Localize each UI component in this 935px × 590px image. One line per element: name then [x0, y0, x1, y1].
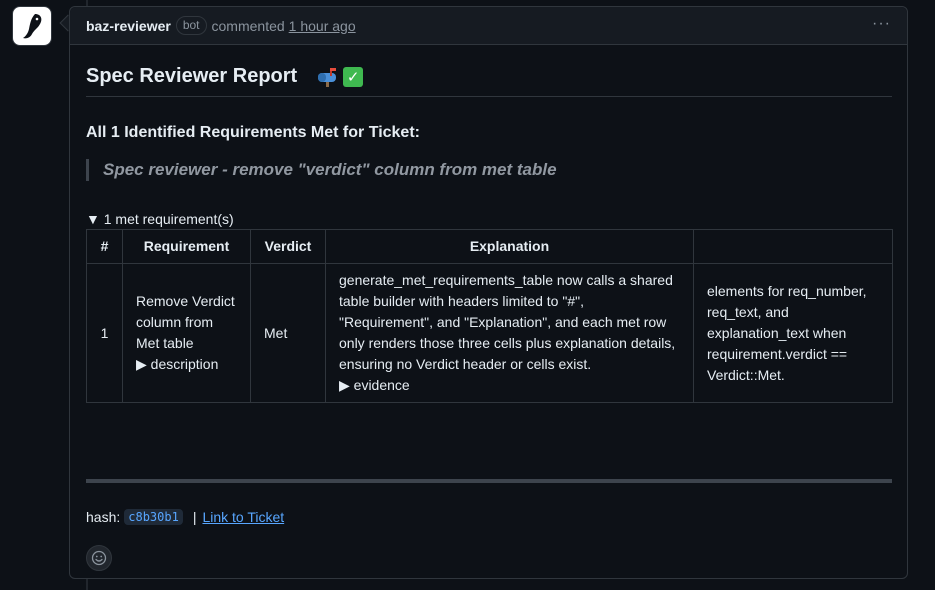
requirements-table: # Requirement Verdict Explanation 1 Remo… — [86, 229, 893, 403]
ticket-title-quote: Spec reviewer - remove "verdict" column … — [86, 159, 892, 181]
comment-card: baz-reviewer bot commented 1 hour ago ··… — [69, 6, 908, 579]
met-requirements-summary[interactable]: ▼ 1 met requirement(s) — [86, 211, 892, 227]
check-mark-icon: ✓ — [343, 66, 364, 87]
action-text: commented — [211, 17, 285, 34]
extra-cell: elements for req_number, req_text, and e… — [693, 263, 893, 403]
table-header-row: # Requirement Verdict Explanation — [86, 229, 893, 264]
comment-body: Spec Reviewer Report ✓ All 1 Identified … — [86, 45, 893, 571]
baz-logo-icon — [23, 14, 42, 39]
explanation-text: generate_met_requirements_table now call… — [339, 272, 676, 372]
explanation-cell: generate_met_requirements_table now call… — [325, 263, 694, 403]
timestamp-link[interactable]: 1 hour ago — [289, 18, 356, 34]
ticket-link[interactable]: Link to Ticket — [202, 509, 284, 525]
table-row: 1 Remove Verdict column from Met table ▶… — [86, 263, 893, 403]
mailbox-icon — [318, 67, 337, 87]
author-name[interactable]: baz-reviewer — [86, 18, 171, 34]
more-options-icon[interactable]: ··· — [872, 16, 891, 32]
horizontal-rule — [86, 479, 892, 483]
commit-hash: c8b30b1 — [124, 509, 183, 525]
requirement-cell: Remove Verdict column from Met table ▶ d… — [122, 263, 251, 403]
description-toggle[interactable]: ▶ description — [136, 354, 237, 375]
smiley-icon — [91, 550, 107, 566]
column-header-verdict: Verdict — [250, 229, 326, 264]
requirement-text: Remove Verdict column from Met table — [136, 293, 235, 351]
column-header-requirement: Requirement — [122, 229, 251, 264]
separator: | — [192, 509, 197, 525]
verdict-cell: Met — [250, 263, 326, 403]
hash-line: hash: c8b30b1 | Link to Ticket — [86, 509, 284, 525]
report-title: Spec Reviewer Report ✓ — [86, 65, 892, 97]
column-header-extra — [693, 229, 893, 264]
add-reaction-button[interactable] — [86, 545, 112, 571]
hash-label: hash: — [86, 509, 121, 525]
report-title-text: Spec Reviewer Report — [86, 65, 298, 87]
evidence-toggle[interactable]: ▶ evidence — [339, 375, 680, 396]
column-header-explanation: Explanation — [325, 229, 694, 264]
column-header-number: # — [86, 229, 123, 264]
avatar[interactable] — [12, 6, 52, 46]
comment-header: baz-reviewer bot commented 1 hour ago ··… — [70, 7, 907, 45]
title-emojis: ✓ — [317, 66, 364, 87]
requirements-heading: All 1 Identified Requirements Met for Ti… — [86, 124, 420, 141]
row-number: 1 — [86, 263, 123, 403]
bot-badge: bot — [175, 16, 207, 35]
